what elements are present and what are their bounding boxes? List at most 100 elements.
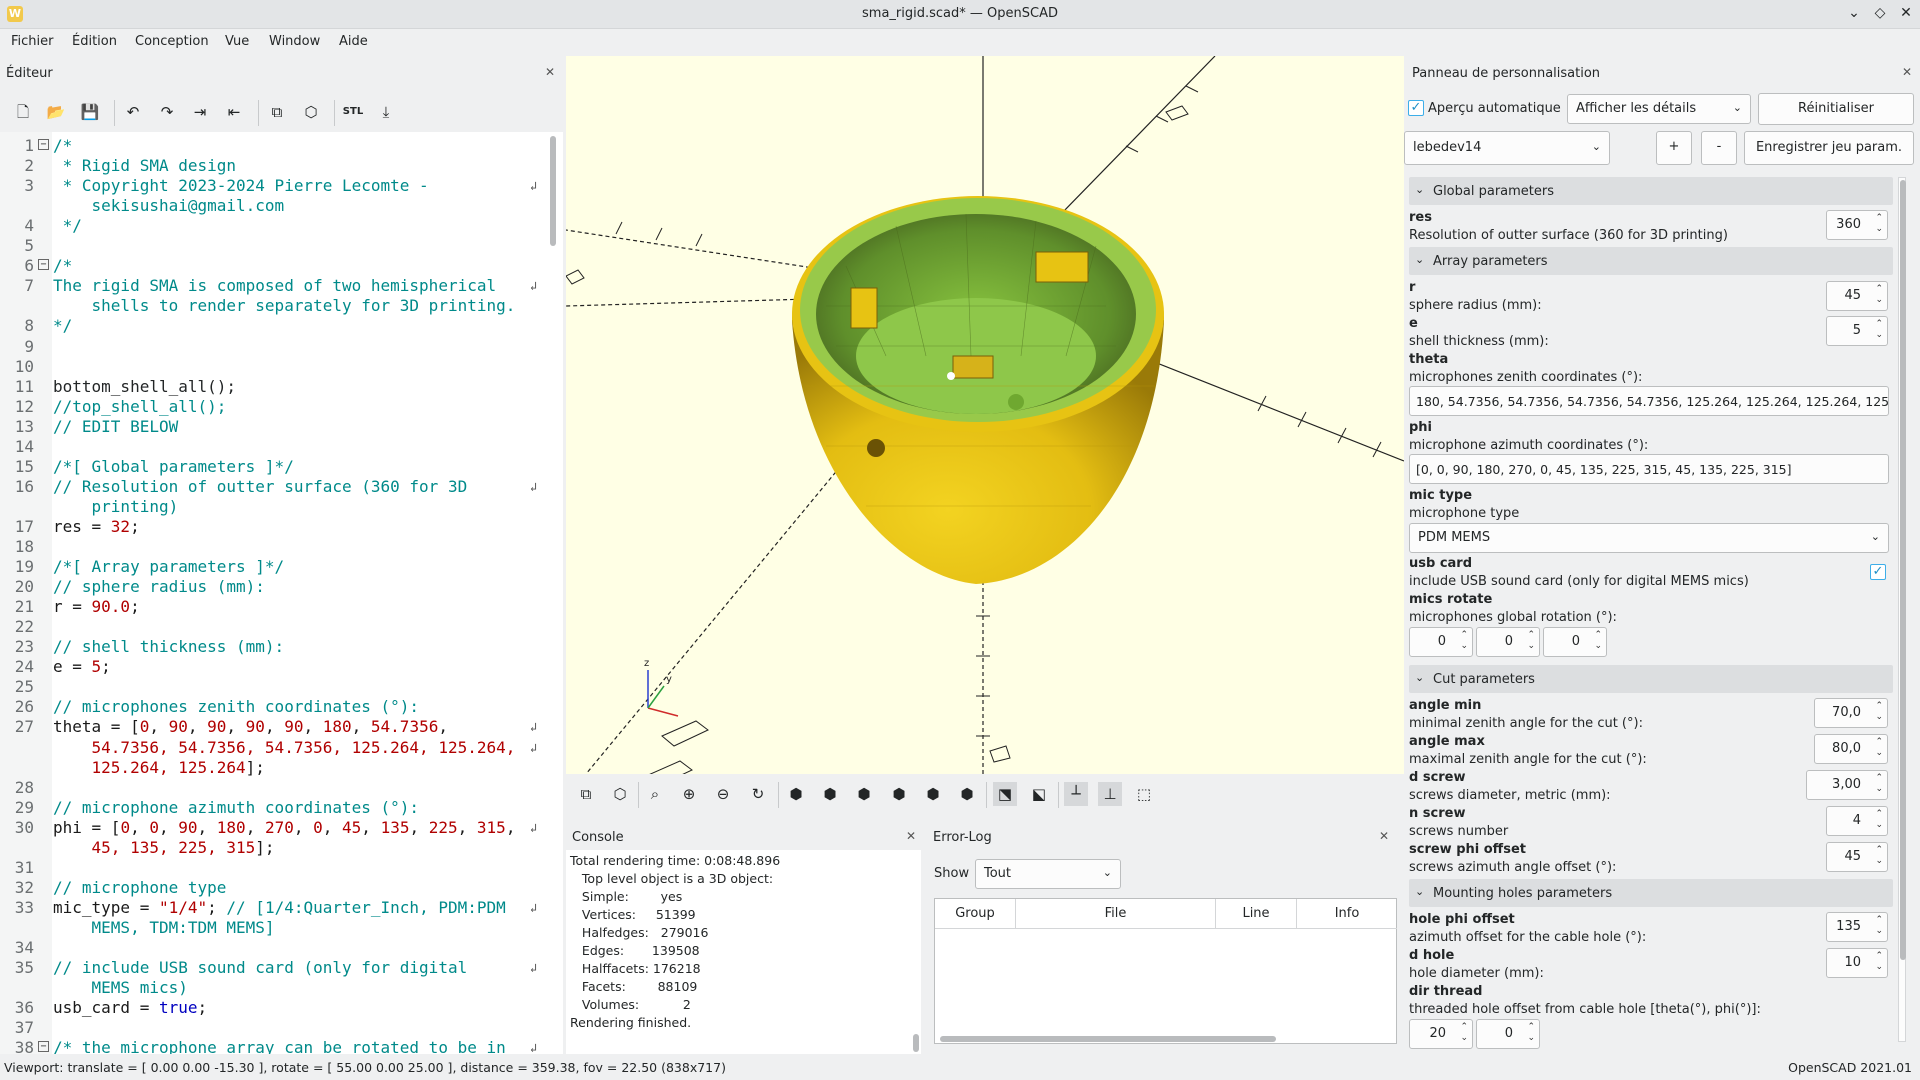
save-file-icon[interactable]: 💾 bbox=[78, 100, 102, 124]
code-line[interactable]: 30 phi = [0, 0, 90, 180, 270, 0, 45, 135,… bbox=[0, 818, 540, 838]
code-line[interactable]: 22 bbox=[0, 617, 540, 637]
fold-toggle-icon[interactable]: − bbox=[38, 1041, 49, 1053]
render-icon[interactable]: ⬡ bbox=[299, 100, 323, 124]
code-line[interactable]: 21 r = 90.0; bbox=[0, 597, 540, 617]
code-line[interactable]: 23 // shell thickness (mm): bbox=[0, 637, 540, 657]
menu-fichier[interactable]: Fichier bbox=[11, 34, 54, 49]
fold-toggle-icon[interactable]: − bbox=[38, 139, 49, 150]
view-top-icon[interactable]: ⬢ bbox=[818, 782, 842, 806]
minimize-icon[interactable]: ⌄ bbox=[1844, 5, 1864, 21]
view-left-icon[interactable]: ⬢ bbox=[887, 782, 911, 806]
view-preview-icon[interactable]: ⧉ bbox=[574, 782, 598, 806]
code-line[interactable]: 15 /*[ Global parameters ]*/ bbox=[0, 457, 540, 477]
code-line[interactable]: 8 */ bbox=[0, 316, 540, 336]
save-preset-button[interactable]: Enregistrer jeu param. bbox=[1744, 131, 1914, 165]
code-line[interactable]: 35 // include USB sound card (only for di… bbox=[0, 958, 540, 978]
param-dscrew-spinbox[interactable]: 3,00 ⌃ ⌄ bbox=[1806, 770, 1888, 800]
menu-conception[interactable]: Conception bbox=[135, 34, 209, 49]
code-line[interactable]: shells to render separately for 3D print… bbox=[0, 296, 540, 316]
code-line[interactable]: 10 bbox=[0, 357, 540, 377]
perspective-icon[interactable]: ⬔ bbox=[993, 782, 1017, 806]
code-line[interactable]: 16 // Resolution of outter surface (360 f… bbox=[0, 477, 540, 497]
new-file-icon[interactable]: 🗋 bbox=[11, 100, 35, 124]
param-anglemax-spinbox[interactable]: 80,0 ⌃ ⌄ bbox=[1814, 734, 1888, 764]
send-to-printer-icon[interactable]: ⤓ bbox=[374, 100, 398, 124]
close-window-icon[interactable]: ✕ bbox=[1896, 5, 1916, 21]
3d-viewport[interactable]: z y bbox=[566, 56, 1404, 774]
export-stl-icon[interactable]: STL bbox=[341, 100, 365, 124]
close-errorlog-icon[interactable]: ✕ bbox=[1379, 829, 1389, 843]
group-mounting-holes[interactable]: ⌄ Mounting holes parameters bbox=[1409, 879, 1893, 907]
view-right-icon[interactable]: ⬢ bbox=[784, 782, 808, 806]
preview-icon[interactable]: ⧉ bbox=[265, 100, 289, 124]
show-scale-icon[interactable]: ⊥ bbox=[1098, 782, 1122, 806]
code-line[interactable]: 2 * Rigid SMA design bbox=[0, 156, 540, 176]
details-select[interactable]: Afficher les détails ⌄ bbox=[1567, 94, 1751, 124]
param-micsrotate-x-spinbox[interactable]: 0 ⌃ ⌄ bbox=[1409, 627, 1473, 657]
editor-scrollbar[interactable] bbox=[549, 132, 557, 1054]
code-line[interactable]: MEMS mics) bbox=[0, 978, 540, 998]
auto-preview-checkbox[interactable]: ✓ bbox=[1408, 100, 1424, 116]
code-line[interactable]: 19 /*[ Array parameters ]*/ bbox=[0, 557, 540, 577]
col-group[interactable]: Group bbox=[935, 899, 1016, 929]
param-phi-input[interactable]: [0, 0, 90, 180, 270, 0, 45, 135, 225, 31… bbox=[1409, 454, 1889, 484]
errorlog-filter-select[interactable]: Tout ⌄ bbox=[975, 859, 1121, 889]
code-line[interactable]: 11 bottom_shell_all(); bbox=[0, 377, 540, 397]
code-line[interactable]: 25 bbox=[0, 677, 540, 697]
open-file-icon[interactable]: 📂 bbox=[44, 100, 68, 124]
redo-icon[interactable]: ↷ bbox=[155, 100, 179, 124]
close-customizer-icon[interactable]: ✕ bbox=[1902, 65, 1912, 79]
maximize-icon[interactable]: ◇ bbox=[1870, 5, 1890, 21]
code-line[interactable]: 1−/* bbox=[0, 136, 540, 156]
code-line[interactable]: 20 // sphere radius (mm): bbox=[0, 577, 540, 597]
view-bottom-icon[interactable]: ⬢ bbox=[852, 782, 876, 806]
col-line[interactable]: Line bbox=[1216, 899, 1297, 929]
param-theta-input[interactable]: 180, 54.7356, 54.7356, 54.7356, 54.7356,… bbox=[1409, 386, 1889, 416]
param-nscrew-spinbox[interactable]: 4 ⌃ ⌄ bbox=[1826, 806, 1888, 836]
param-dirthread-phi-spinbox[interactable]: 0 ⌃ ⌄ bbox=[1476, 1019, 1540, 1049]
code-editor[interactable]: 1−/* 2 * Rigid SMA design 3 * Copyright 20… bbox=[0, 132, 563, 1054]
param-micsrotate-y-spinbox[interactable]: 0 ⌃ ⌄ bbox=[1476, 627, 1540, 657]
close-console-icon[interactable]: ✕ bbox=[906, 829, 916, 843]
show-edges-icon[interactable]: ⬚ bbox=[1132, 782, 1156, 806]
code-line[interactable]: 32 // microphone type bbox=[0, 878, 540, 898]
code-line[interactable]: 24 e = 5; bbox=[0, 657, 540, 677]
code-line[interactable]: 28 bbox=[0, 778, 540, 798]
zoom-in-icon[interactable]: ⊕ bbox=[677, 782, 701, 806]
code-line[interactable]: 54.7356, 54.7356, 54.7356, 125.264, 125.… bbox=[0, 738, 540, 758]
menu-aide[interactable]: Aide bbox=[339, 34, 368, 49]
undo-icon[interactable]: ↶ bbox=[121, 100, 145, 124]
code-line[interactable]: 31 bbox=[0, 858, 540, 878]
col-file[interactable]: File bbox=[1016, 899, 1216, 929]
code-line[interactable]: 34 bbox=[0, 938, 540, 958]
code-line[interactable]: 18 bbox=[0, 537, 540, 557]
code-line[interactable]: 14 bbox=[0, 437, 540, 457]
param-screwphi-spinbox[interactable]: 45 ⌃ ⌄ bbox=[1826, 842, 1888, 872]
code-line[interactable]: 5 bbox=[0, 236, 540, 256]
preset-select[interactable]: lebedev14 ⌄ bbox=[1404, 131, 1610, 165]
param-e-spinbox[interactable]: 5 ⌃ ⌄ bbox=[1826, 316, 1888, 346]
zoom-out-icon[interactable]: ⊖ bbox=[711, 782, 735, 806]
orthogonal-icon[interactable]: ⬕ bbox=[1027, 782, 1051, 806]
add-preset-button[interactable]: + bbox=[1656, 131, 1692, 165]
code-line[interactable]: 17 res = 32; bbox=[0, 517, 540, 537]
code-line[interactable]: 4 */ bbox=[0, 216, 540, 236]
code-line[interactable]: 6−/* bbox=[0, 256, 540, 276]
group-array-parameters[interactable]: ⌄ Array parameters bbox=[1409, 247, 1893, 275]
code-line[interactable]: 12 //top_shell_all(); bbox=[0, 397, 540, 417]
col-info[interactable]: Info bbox=[1297, 899, 1397, 929]
view-render-icon[interactable]: ⬡ bbox=[608, 782, 632, 806]
param-micsrotate-z-spinbox[interactable]: 0 ⌃ ⌄ bbox=[1543, 627, 1607, 657]
code-line[interactable]: 7 The rigid SMA is composed of two hemisp… bbox=[0, 276, 540, 296]
view-all-icon[interactable]: ⌕ bbox=[643, 782, 667, 806]
code-line[interactable]: 3 * Copyright 2023-2024 Pierre Lecomte -… bbox=[0, 176, 540, 196]
code-line[interactable]: MEMS, TDM:TDM MEMS] bbox=[0, 918, 540, 938]
code-line[interactable]: 36 usb_card = true; bbox=[0, 998, 540, 1018]
code-line[interactable]: 33 mic_type = "1/4"; // [1/4:Quarter_Inch… bbox=[0, 898, 540, 918]
unindent-icon[interactable]: ⇤ bbox=[222, 100, 246, 124]
view-front-icon[interactable]: ⬢ bbox=[921, 782, 945, 806]
param-res-spinbox[interactable]: 360 ⌃ ⌄ bbox=[1826, 210, 1888, 240]
param-dirthread-theta-spinbox[interactable]: 20 ⌃ ⌄ bbox=[1409, 1019, 1473, 1049]
errorlog-hscrollbar[interactable] bbox=[940, 1036, 1276, 1042]
console-scrollbar[interactable] bbox=[912, 850, 920, 1054]
